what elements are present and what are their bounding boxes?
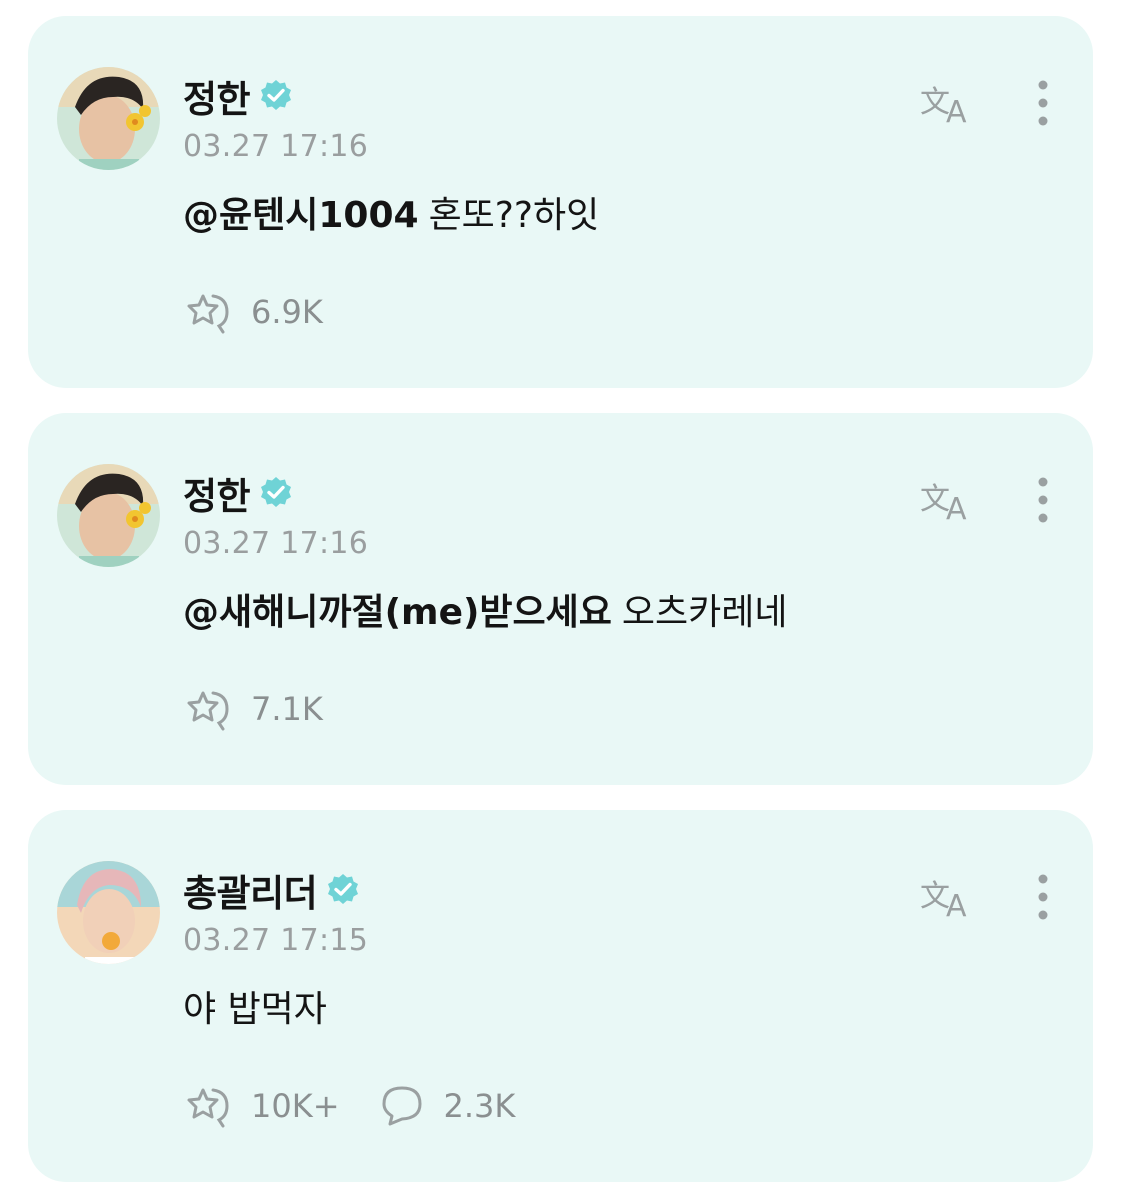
post-body: @윤텐시1004 혼또??하잇 xyxy=(183,186,599,238)
avatar[interactable] xyxy=(57,464,160,567)
post-actions: 10K+ 2.3K xyxy=(183,1082,551,1130)
more-options-icon[interactable] xyxy=(1028,78,1058,128)
post-feed: 정한 03.27 17:16 @윤텐시1004 혼또??하잇 文 A 6.9K … xyxy=(0,0,1122,1200)
post-text: 야 밥먹자 xyxy=(183,989,327,1030)
post-timestamp: 03.27 17:15 xyxy=(183,923,369,958)
post-timestamp: 03.27 17:16 xyxy=(183,526,369,561)
mention-link[interactable]: @윤텐시1004 xyxy=(183,195,419,236)
avatar[interactable] xyxy=(57,861,160,964)
reaction-count: 7.1K xyxy=(251,690,323,728)
reaction-icon xyxy=(183,288,235,336)
post-body: @새해니까절(me)받으세요 오츠카레네 xyxy=(183,583,788,635)
verified-badge-icon xyxy=(258,78,294,114)
reaction-count: 6.9K xyxy=(251,293,323,331)
author-name[interactable]: 정한 xyxy=(183,466,251,520)
translate-icon[interactable]: 文 A xyxy=(918,78,978,126)
author-row: 정한 xyxy=(183,466,294,520)
reaction-button[interactable]: 6.9K xyxy=(183,288,323,336)
reaction-icon xyxy=(183,1082,235,1130)
more-options-icon[interactable] xyxy=(1028,475,1058,525)
post-actions: 6.9K xyxy=(183,288,359,336)
translate-icon[interactable]: 文 A xyxy=(918,872,978,920)
reaction-count: 10K+ xyxy=(251,1087,340,1125)
post-actions: 7.1K xyxy=(183,685,359,733)
svg-text:A: A xyxy=(946,95,967,126)
mention-link[interactable]: @새해니까절(me)받으세요 xyxy=(183,592,612,633)
avatar[interactable] xyxy=(57,67,160,170)
reaction-icon xyxy=(183,685,235,733)
post-text: 혼또??하잇 xyxy=(428,195,600,236)
post-card[interactable]: 정한 03.27 17:16 @새해니까절(me)받으세요오츠카레네 文 A xyxy=(28,413,1093,785)
svg-text:A: A xyxy=(946,492,967,523)
post-text: 오츠카레네 xyxy=(621,592,788,633)
comment-icon xyxy=(376,1082,428,1130)
reaction-button[interactable]: 7.1K xyxy=(183,685,323,733)
more-options-icon[interactable] xyxy=(1028,872,1058,922)
post-body: 야 밥먹자 xyxy=(183,980,327,1032)
author-row: 정한 xyxy=(183,69,294,123)
author-row: 총괄리더 xyxy=(183,863,361,917)
verified-badge-icon xyxy=(258,475,294,511)
post-card[interactable]: 총괄리더 03.27 17:15 야 밥먹자 文 A 10K+ 2.3K xyxy=(28,810,1093,1182)
translate-icon[interactable]: 文 A xyxy=(918,475,978,523)
post-card[interactable]: 정한 03.27 17:16 @윤텐시1004 혼또??하잇 文 A 6.9K xyxy=(28,16,1093,388)
verified-badge-icon xyxy=(325,872,361,908)
svg-text:A: A xyxy=(946,889,967,920)
comment-count: 2.3K xyxy=(443,1087,516,1125)
author-name[interactable]: 총괄리더 xyxy=(183,863,318,917)
author-name[interactable]: 정한 xyxy=(183,69,251,123)
post-timestamp: 03.27 17:16 xyxy=(183,129,369,164)
comment-button[interactable]: 2.3K xyxy=(376,1082,516,1130)
reaction-button[interactable]: 10K+ xyxy=(183,1082,340,1130)
